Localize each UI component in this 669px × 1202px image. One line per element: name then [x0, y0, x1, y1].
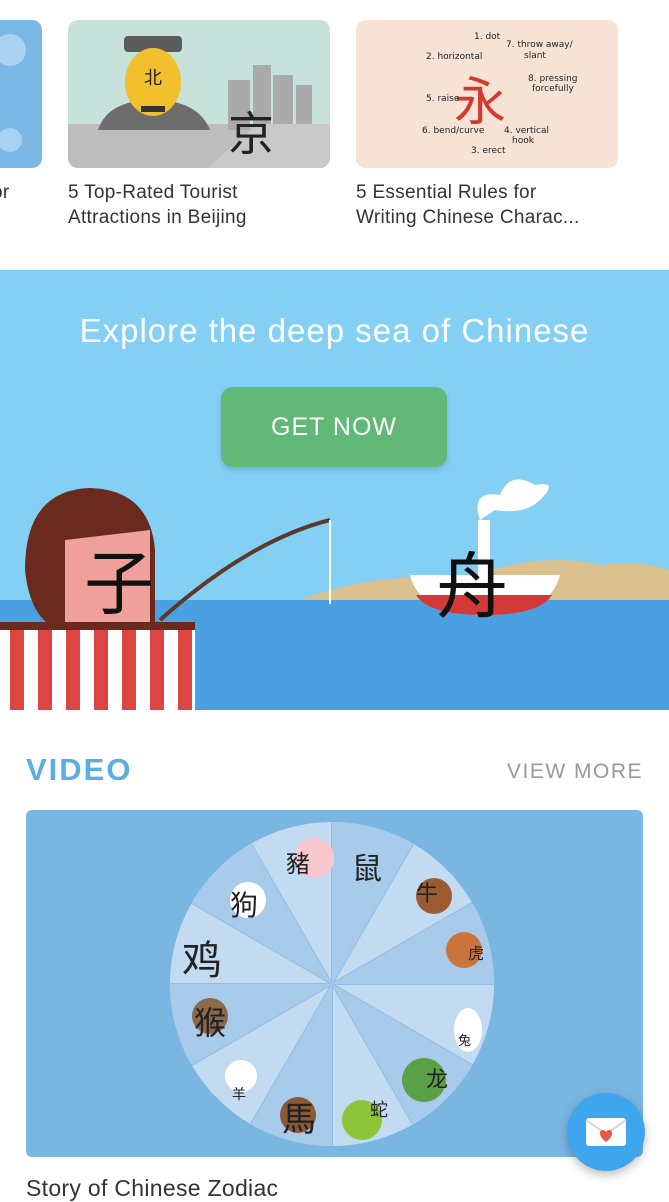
- boy-character: 子: [84, 543, 154, 625]
- stroke-label: hook: [512, 136, 534, 146]
- zodiac-rat: 鼠: [352, 852, 382, 887]
- stroke-label: 8. pressing: [528, 74, 578, 84]
- zodiac-ox: 牛: [416, 882, 439, 907]
- zodiac-dragon: 龙: [426, 1068, 449, 1093]
- video-section-title: VIDEO: [26, 752, 133, 787]
- beijing-char-main: 京: [228, 107, 274, 161]
- article-card-beijing[interactable]: 北 京 5 Top-Rated Tourist Attractions in B…: [68, 20, 330, 250]
- stroke-label: 7. throw away/: [506, 40, 573, 50]
- stroke-label: forcefully: [532, 84, 574, 94]
- stroke-label: 1. dot: [474, 32, 501, 42]
- zodiac-rooster: 鸡: [182, 938, 222, 984]
- article-thumbnail: 永 1. dot 2. horizontal 7. throw away/ sl…: [356, 20, 618, 168]
- zodiac-goat: 羊: [232, 1087, 246, 1103]
- article-carousel[interactable]: or 北 京 5 Top-Rated Tourist Attractions: [0, 0, 669, 250]
- stroke-label: 6. bend/curve: [422, 126, 485, 136]
- stroke-label: 2. horizontal: [426, 52, 483, 62]
- article-title-line2: Attractions in Beijing: [68, 207, 247, 228]
- article-title-line2: or: [0, 182, 10, 203]
- article-title-line2: Writing Chinese Charac...: [356, 207, 580, 228]
- view-more-link[interactable]: VIEW MORE: [507, 760, 643, 784]
- boat-character: 舟: [436, 545, 509, 629]
- article-card-stroke-rules[interactable]: 永 1. dot 2. horizontal 7. throw away/ sl…: [356, 20, 618, 250]
- video-thumbnail[interactable]: 鼠 牛 虎 兔 龙 蛇 馬 羊 猴 鸡 狗 豬: [26, 810, 643, 1157]
- zodiac-rabbit: 兔: [458, 1034, 472, 1049]
- zodiac-pig: 豬: [286, 850, 310, 878]
- article-card-partial[interactable]: or: [0, 20, 60, 250]
- stroke-label: slant: [524, 51, 546, 61]
- banner-headline: Explore the deep sea of Chinese: [79, 312, 590, 349]
- speech-bubble-icon: [0, 34, 26, 152]
- article-thumbnail: [0, 20, 42, 168]
- zodiac-monkey: 猴: [194, 1004, 227, 1042]
- article-title-line1: 5 Top-Rated Tourist: [68, 182, 238, 203]
- message-fab[interactable]: [567, 1093, 645, 1171]
- zodiac-dog: 狗: [230, 889, 259, 922]
- beijing-char-top: 北: [144, 68, 162, 89]
- promo-banner[interactable]: Explore the deep sea of Chinese GET NOW …: [0, 270, 669, 710]
- zodiac-wheel: [170, 822, 494, 1146]
- stroke-label: 4. vertical: [504, 126, 550, 136]
- stroke-label: 5. raise: [426, 94, 460, 104]
- get-now-button[interactable]: GET NOW: [221, 387, 447, 467]
- article-title-line1: 5 Essential Rules for: [356, 182, 537, 203]
- stroke-label: 3. erect: [471, 146, 506, 156]
- yong-character: 永: [454, 73, 507, 133]
- zodiac-snake: 蛇: [370, 1100, 388, 1121]
- zodiac-horse: 馬: [282, 1100, 316, 1140]
- article-thumbnail: 北 京: [68, 20, 330, 168]
- zodiac-tiger: 虎: [468, 944, 485, 963]
- video-caption[interactable]: Story of Chinese Zodiac: [26, 1175, 278, 1202]
- mail-heart-icon: [585, 1118, 627, 1146]
